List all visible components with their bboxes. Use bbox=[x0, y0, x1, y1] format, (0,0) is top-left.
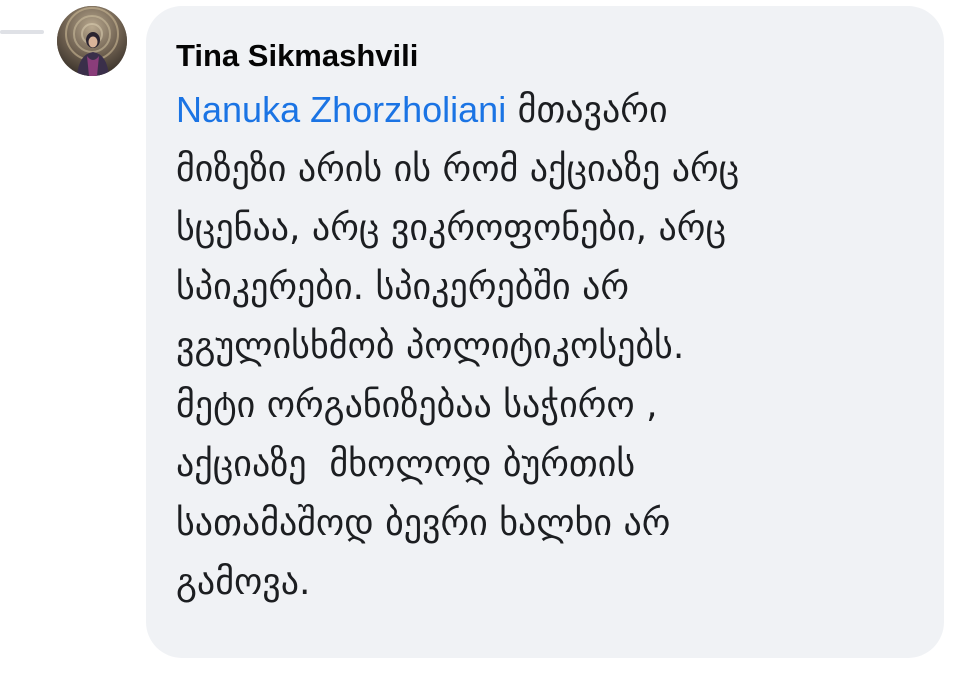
avatar-photo-icon bbox=[57, 6, 127, 76]
comment-author-name[interactable]: Tina Sikmashvili bbox=[176, 36, 418, 76]
comment-body: Nanuka Zhorzholiani მთავარი მიზეზი არის … bbox=[176, 80, 921, 612]
reply-thread-connector bbox=[0, 30, 44, 34]
comment-line: მიზეზი არის ის რომ აქციაზე არც bbox=[176, 149, 740, 190]
comment-line: აქციაზე მხოლოდ ბურთის bbox=[176, 444, 636, 485]
comment-bubble: Tina Sikmashvili Nanuka Zhorzholiani მთა… bbox=[146, 6, 944, 658]
comment-line: მთავარი bbox=[506, 90, 668, 131]
comment-line: მეტი ორგანიზებაა საჭირო , bbox=[176, 385, 658, 426]
comment-line: ვგულისხმობ პოლიტიკოსებს. bbox=[176, 326, 685, 367]
comment-line: სპიკერები. სპიკერებში არ bbox=[176, 267, 630, 308]
comment-line: სათამაშოდ ბევრი ხალხი არ bbox=[176, 503, 671, 544]
avatar[interactable] bbox=[57, 6, 127, 76]
mention-link[interactable]: Nanuka Zhorzholiani bbox=[176, 89, 506, 130]
comment-thread: Tina Sikmashvili Nanuka Zhorzholiani მთა… bbox=[0, 0, 978, 680]
comment-line: სცენაა, არც ვიკროფონები, არც bbox=[176, 208, 727, 249]
comment-first-line: Nanuka Zhorzholiani მთავარი bbox=[176, 80, 921, 140]
comment-line: გამოვა. bbox=[176, 562, 311, 603]
